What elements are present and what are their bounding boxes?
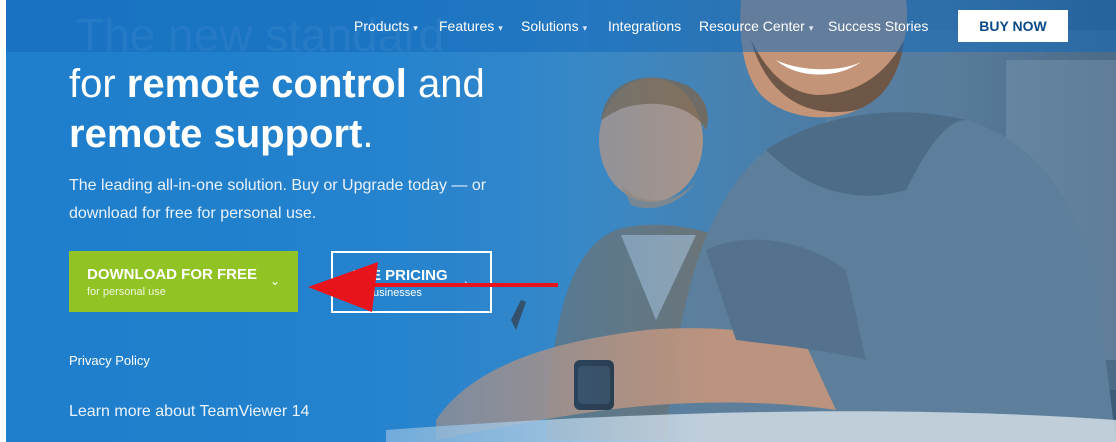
nav-item-label: Success Stories: [828, 18, 929, 34]
learn-more-link[interactable]: Learn more about TeamViewer 14: [69, 403, 309, 421]
buy-now-button[interactable]: BUY NOW: [958, 10, 1068, 42]
chevron-down-icon: ▾: [498, 23, 503, 33]
headline-line-2: remote support.: [69, 112, 373, 157]
nav-solutions[interactable]: Solutions ▾: [521, 18, 587, 34]
nav-item-label: Integrations: [608, 18, 682, 34]
hero-description: The leading all-in-one solution. Buy or …: [69, 177, 487, 222]
nav-success-stories[interactable]: Success Stories: [828, 18, 928, 34]
headline-text: and: [406, 62, 485, 106]
hero-section: The new standard Products▾ Features▾ Sol…: [6, 0, 1116, 442]
download-button-title: DOWNLOAD FOR FREE: [87, 266, 257, 283]
headline-emphasis: remote control: [126, 62, 407, 106]
chevron-down-icon: ⌄: [270, 274, 281, 288]
download-button-subtitle: for personal use: [87, 286, 166, 298]
nav-features[interactable]: Features ▾: [439, 18, 503, 34]
chevron-down-icon: ▾: [582, 23, 588, 33]
download-free-button[interactable]: DOWNLOAD FOR FREE for personal use ⌄: [69, 251, 298, 312]
nav-item-label: Products: [354, 18, 410, 34]
pricing-button-subtitle: for businesses: [351, 287, 422, 299]
page: The new standard Products▾ Features▾ Sol…: [0, 0, 1116, 442]
top-navigation: Products ▾ Features ▾ Solutions ▾ Integrati…: [6, 0, 1116, 52]
nav-integrations[interactable]: Integrations: [608, 18, 681, 34]
chevron-down-icon: ▾: [413, 23, 418, 33]
nav-products[interactable]: Products ▾: [354, 18, 418, 34]
headline-text: .: [362, 112, 374, 156]
headline-text: for: [69, 62, 127, 106]
headline-line-1: for remote control and: [69, 62, 485, 107]
pricing-button-title: SEE PRICING: [351, 267, 448, 284]
nav-item-label: Features: [439, 18, 495, 34]
privacy-policy-link[interactable]: Privacy Policy: [69, 353, 150, 368]
nav-item-label: Solutions: [521, 18, 579, 34]
nav-item-label: Resource Center: [699, 18, 805, 34]
chevron-right-icon: ›: [464, 275, 469, 291]
see-pricing-button[interactable]: SEE PRICING for businesses ›: [331, 251, 492, 313]
chevron-down-icon: ▾: [808, 23, 814, 33]
headline-emphasis: remote support: [69, 112, 363, 156]
nav-resource-center[interactable]: Resource Center ▾: [699, 18, 813, 34]
